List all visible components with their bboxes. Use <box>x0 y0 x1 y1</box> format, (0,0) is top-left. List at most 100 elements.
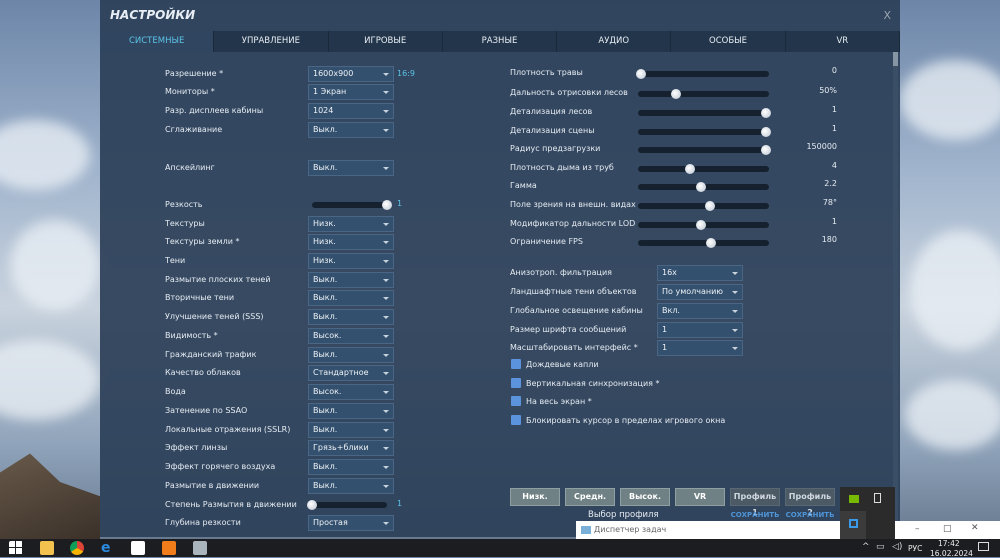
file-explorer-icon[interactable] <box>40 541 54 555</box>
setting-slider[interactable] <box>638 182 769 192</box>
setting-dropdown[interactable]: Выкл. <box>308 160 394 176</box>
network-app-icon[interactable] <box>193 541 207 555</box>
slider-knob[interactable] <box>695 182 706 192</box>
slider-knob[interactable] <box>761 127 772 137</box>
slider-value: 1 <box>831 124 837 133</box>
tab-0[interactable]: СИСТЕМНЫЕ <box>100 31 215 52</box>
setting-slider[interactable] <box>638 145 772 155</box>
checkbox[interactable] <box>511 415 521 425</box>
slider-knob[interactable] <box>382 200 392 210</box>
slider-knob[interactable] <box>695 220 706 230</box>
setting-dropdown[interactable]: Выкл. <box>308 272 394 288</box>
tray-chevron-icon[interactable]: ^ <box>862 542 870 552</box>
setting-dropdown[interactable]: Выкл. <box>308 347 394 363</box>
setting-dropdown[interactable]: Высок. <box>308 384 394 400</box>
slider-label: Детализация лесов <box>510 107 593 116</box>
setting-dropdown[interactable]: Выкл. <box>308 422 394 438</box>
setting-dropdown[interactable]: 1 <box>657 340 743 356</box>
tab-6[interactable]: VR <box>785 31 900 52</box>
chrome-icon[interactable] <box>70 541 84 555</box>
setting-dropdown[interactable]: Выкл. <box>308 403 394 419</box>
setting-dropdown[interactable]: Выкл. <box>308 478 394 494</box>
tab-4[interactable]: АУДИО <box>557 31 672 52</box>
setting-slider[interactable] <box>312 200 392 210</box>
setting-slider[interactable] <box>638 164 769 174</box>
settings-dialog: НАСТРОЙКИ X СИСТЕМНЫЕ УПРАВЛЕНИЕ ИГРОВЫЕ РА… <box>100 0 900 537</box>
setting-label: Размытие в движении <box>165 481 260 490</box>
scrollbar[interactable] <box>893 52 898 532</box>
maximize-icon[interactable]: □ <box>943 524 952 534</box>
tab-1[interactable]: УПРАВЛЕНИЕ <box>214 31 329 52</box>
edge-icon[interactable]: e <box>101 541 115 555</box>
close-window-icon[interactable]: ✕ <box>971 523 979 533</box>
tab-3[interactable]: РАЗНЫЕ <box>442 31 558 52</box>
save-profile-link[interactable]: СОХРАНИТЬ <box>730 511 780 519</box>
setting-dropdown[interactable]: 1 <box>657 322 743 338</box>
checkbox[interactable] <box>511 378 521 388</box>
setting-dropdown[interactable]: Низк. <box>308 253 394 269</box>
setting-dropdown[interactable]: Выкл. <box>308 122 394 138</box>
checkbox[interactable] <box>511 359 521 369</box>
setting-dropdown[interactable]: Грязь+блики <box>308 440 394 456</box>
preset-button[interactable]: Средн. <box>565 488 615 506</box>
slider-knob[interactable] <box>761 108 772 118</box>
setting-dropdown[interactable]: Выкл. <box>308 459 394 475</box>
slider-knob[interactable] <box>761 145 772 155</box>
notifications-icon[interactable] <box>978 542 989 551</box>
profile-button[interactable]: Профиль 1 <box>730 488 780 517</box>
setting-dropdown[interactable]: Выкл. <box>308 309 394 325</box>
setting-dropdown[interactable]: Вкл. <box>657 303 743 319</box>
setting-dropdown[interactable]: Выкл. <box>308 290 394 306</box>
language-indicator[interactable]: РУС <box>908 544 922 553</box>
start-icon[interactable] <box>9 541 23 555</box>
slider-knob[interactable] <box>685 164 696 174</box>
setting-dropdown[interactable]: Низк. <box>308 234 394 250</box>
preset-button[interactable]: Высок. <box>620 488 670 506</box>
preset-button[interactable]: VR <box>675 488 725 506</box>
slider-knob[interactable] <box>706 238 717 248</box>
tab-5[interactable]: ОСОБЫЕ <box>671 31 786 52</box>
setting-slider[interactable] <box>638 108 772 118</box>
slider-knob[interactable] <box>705 201 716 211</box>
slider-value: 180 <box>821 235 837 244</box>
snip-icon[interactable] <box>840 511 866 539</box>
task-preview[interactable]: Диспетчер задач <box>576 521 840 539</box>
close-button[interactable]: X <box>883 9 891 22</box>
slider-label: Поле зрения на внешн. видах <box>510 200 636 209</box>
network-icon[interactable]: ▭ <box>876 542 885 552</box>
slider-knob[interactable] <box>307 500 317 510</box>
setting-slider[interactable] <box>638 220 769 230</box>
setting-dropdown[interactable]: 1 Экран <box>308 84 394 100</box>
profile-button[interactable]: Профиль 2 <box>785 488 835 517</box>
nvidia-icon[interactable] <box>849 495 859 503</box>
setting-dropdown[interactable]: Низк. <box>308 216 394 232</box>
slider-value: 2.2 <box>824 179 837 188</box>
setting-dropdown[interactable]: Высок. <box>308 328 394 344</box>
setting-dropdown[interactable]: По умолчанию <box>657 284 743 300</box>
setting-dropdown[interactable]: 1024 <box>308 103 394 119</box>
setting-label: Эффект линзы <box>165 443 228 452</box>
slider-knob[interactable] <box>635 69 646 79</box>
clock-time[interactable]: 17:42 <box>938 539 960 548</box>
volume-icon[interactable]: ◁) <box>892 542 902 552</box>
setting-slider[interactable] <box>638 238 769 248</box>
setting-dropdown[interactable]: 1600x900 <box>308 66 394 82</box>
setting-slider[interactable] <box>638 127 772 137</box>
setting-slider[interactable] <box>307 500 387 510</box>
sber-app-icon[interactable] <box>131 541 145 555</box>
setting-dropdown[interactable]: 16x <box>657 265 743 281</box>
slider-knob[interactable] <box>670 89 681 99</box>
slider-label: Детализация сцены <box>510 126 595 135</box>
setting-dropdown[interactable]: Простая <box>308 515 394 531</box>
minimize-icon[interactable]: – <box>915 524 920 534</box>
dcs-icon[interactable] <box>162 541 176 555</box>
setting-slider[interactable] <box>638 89 769 99</box>
tab-2[interactable]: ИГРОВЫЕ <box>328 31 443 52</box>
save-profile-link[interactable]: СОХРАНИТЬ <box>785 511 835 519</box>
preset-button[interactable]: Низк. <box>510 488 560 506</box>
setting-slider[interactable] <box>638 201 769 211</box>
setting-slider[interactable] <box>635 69 769 79</box>
tablet-icon[interactable] <box>874 493 881 503</box>
setting-dropdown[interactable]: Стандартное <box>308 365 394 381</box>
checkbox[interactable] <box>511 396 521 406</box>
